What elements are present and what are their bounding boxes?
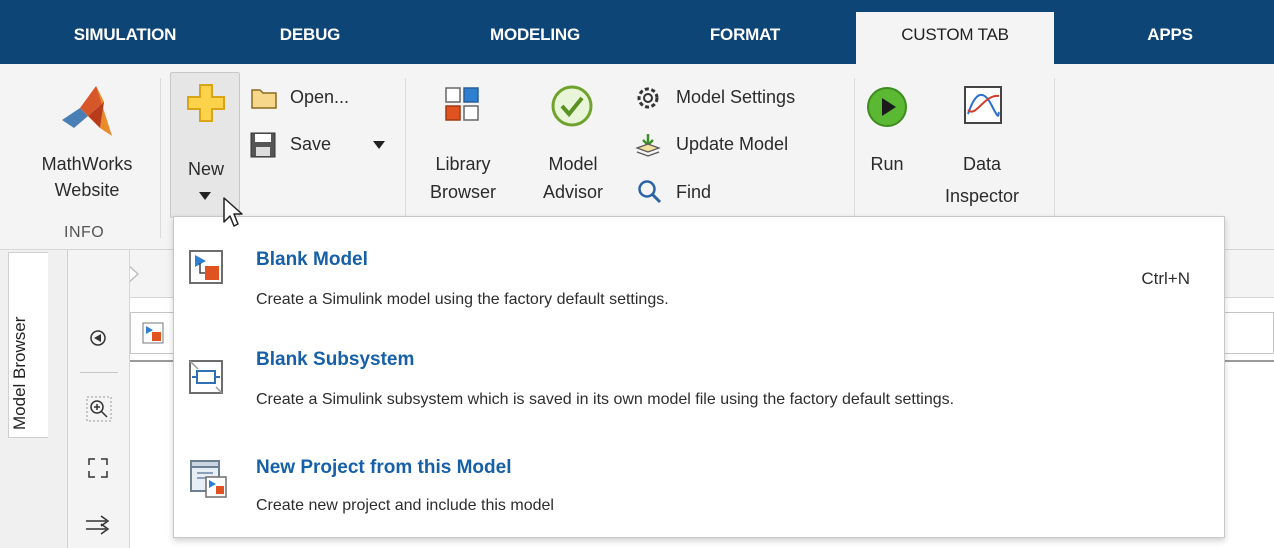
tab-modeling[interactable]: MODELING	[450, 0, 620, 64]
ribbon-divider	[160, 78, 161, 238]
library-browser-icon	[445, 87, 479, 121]
menu-item-description: Create a Simulink model using the factor…	[256, 291, 669, 308]
update-model-label: Update Model	[676, 134, 789, 154]
model-browser-label: Model Browser	[10, 316, 29, 430]
menu-item-shortcut: Ctrl+N	[1141, 269, 1190, 288]
model-settings-label: Model Settings	[676, 87, 796, 107]
plus-icon	[187, 84, 225, 122]
library-browser-line2: Browser	[429, 182, 496, 202]
model-advisor-line1: Model	[548, 154, 598, 174]
model-advisor-line2: Advisor	[542, 182, 604, 202]
menu-item-description: Create new project and include this mode…	[256, 497, 554, 514]
ribbon-divider	[1054, 78, 1055, 238]
toolstrip-divider	[80, 372, 118, 373]
chevron-down-icon	[199, 192, 211, 200]
folder-icon	[251, 89, 277, 109]
new-button-label: New	[187, 159, 224, 179]
zoom-in-icon[interactable]	[86, 396, 112, 422]
mouse-pointer-icon	[223, 197, 243, 227]
save-label: Save	[290, 134, 332, 154]
data-inspector-line1: Data	[962, 154, 1002, 174]
mathworks-label-line1: MathWorks	[41, 154, 133, 174]
menu-item-title: New Project from this Model	[256, 457, 512, 478]
run-label: Run	[870, 154, 904, 174]
tab-debug[interactable]: DEBUG	[240, 0, 380, 64]
find-label: Find	[676, 182, 712, 202]
data-inspector-icon	[964, 86, 1002, 124]
checkmark-circle-icon	[551, 85, 593, 127]
canvas-toolstrip	[68, 250, 130, 548]
tab-apps[interactable]: APPS	[1110, 0, 1230, 64]
library-browser-line1: Library	[435, 154, 491, 174]
tab-simulation[interactable]: SIMULATION	[40, 0, 210, 64]
update-model-icon	[635, 134, 661, 157]
mathworks-label-line2: Website	[54, 180, 120, 200]
new-project-icon	[190, 460, 227, 498]
blank-subsystem-icon	[189, 360, 223, 394]
magnifier-icon	[638, 180, 662, 204]
tab-format[interactable]: FORMAT	[670, 0, 820, 64]
mathworks-logo-icon	[62, 86, 112, 136]
tab-custom[interactable]: CUSTOM TAB	[856, 12, 1054, 64]
open-label: Open...	[290, 87, 350, 107]
menu-item-description: Create a Simulink subsystem which is sav…	[256, 391, 955, 408]
play-icon	[867, 87, 907, 127]
menu-item-title: Blank Subsystem	[256, 349, 415, 370]
ribbon-divider	[854, 78, 855, 238]
menu-item-blank-subsystem[interactable]: Blank Subsystem Create a Simulink subsys…	[174, 335, 1224, 439]
blank-model-icon	[189, 250, 223, 284]
ribbon-divider	[405, 78, 406, 238]
save-dropdown-chevron-icon[interactable]	[372, 140, 386, 150]
data-inspector-line2: Inspector	[944, 186, 1020, 206]
toolstrip-tab-bar: SIMULATION DEBUG MODELING FORMAT CUSTOM …	[0, 0, 1274, 64]
hide-browser-icon[interactable]	[88, 328, 108, 348]
menu-item-blank-model[interactable]: Blank Model Create a Simulink model usin…	[174, 225, 1224, 329]
gear-icon	[637, 87, 659, 109]
model-icon	[142, 322, 164, 344]
section-label-info: INFO	[64, 224, 105, 241]
signal-routing-icon[interactable]	[84, 514, 112, 536]
menu-item-title: Blank Model	[256, 249, 368, 270]
floppy-disk-icon	[250, 132, 276, 158]
menu-item-new-project-from-model[interactable]: New Project from this Model Create new p…	[174, 439, 1224, 543]
fit-to-view-icon[interactable]	[86, 456, 110, 480]
new-dropdown-menu: Blank Model Create a Simulink model usin…	[173, 216, 1225, 538]
